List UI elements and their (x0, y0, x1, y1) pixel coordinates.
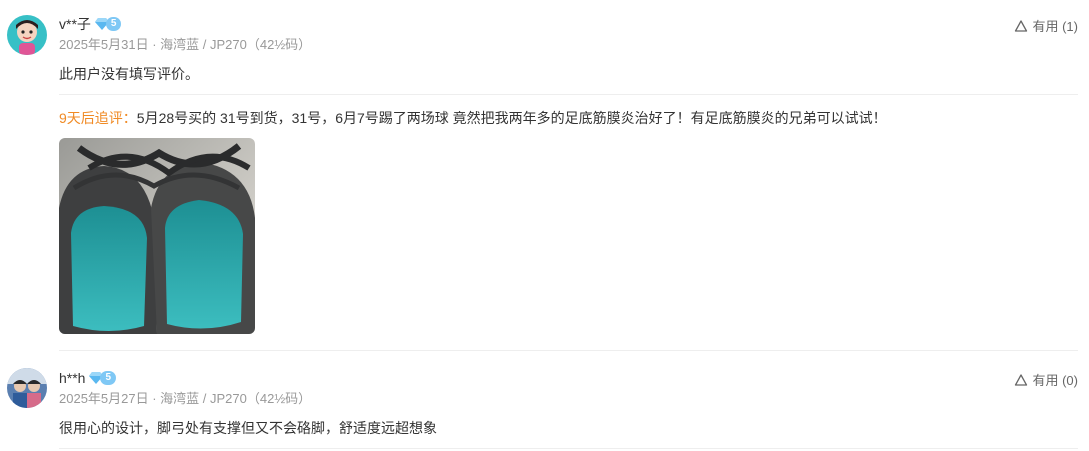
review-meta: 2025年5月31日 · 海湾蓝 / JP270（42½码） (59, 37, 312, 52)
review-item: h**h 5 2025年5月27日 · 海湾蓝 / JP270（42½码） 有用… (0, 351, 1089, 451)
thumbs-up-triangle-icon (1015, 19, 1028, 32)
followup-tag: 9天后追评： (59, 110, 137, 126)
followup-text: 5月28号买的 31号到货，31号，6月7号踢了两场球 竟然把我两年多的足底筋膜… (136, 110, 887, 126)
review-meta: 2025年5月27日 · 海湾蓝 / JP270（42½码） (59, 391, 312, 406)
vip-badge: 5 (89, 370, 117, 386)
review-photo[interactable] (59, 138, 255, 334)
divider (59, 94, 1078, 95)
username: v**子 (59, 16, 91, 32)
vip-badge: 5 (94, 16, 122, 32)
avatar[interactable] (7, 368, 47, 408)
avatar[interactable] (7, 15, 47, 55)
review-content: 很用心的设计，脚弓处有支撑但又不会硌脚，舒适度远超想象 (59, 420, 437, 436)
followup-review: 9天后追评：5月28号买的 31号到货，31号，6月7号踢了两场球 竟然把我两年… (59, 108, 887, 128)
review-content: 此用户没有填写评价。 (59, 66, 199, 82)
helpful-button[interactable]: 有用 (1) (1014, 16, 1078, 35)
divider (59, 448, 1078, 449)
review-item: v**子 5 2025年5月31日 · 海湾蓝 / JP270（42½码） 有用… (0, 0, 1089, 351)
username: h**h (59, 370, 86, 386)
thumbs-up-triangle-icon (1015, 373, 1028, 386)
helpful-button[interactable]: 有用 (0) (1014, 370, 1078, 389)
